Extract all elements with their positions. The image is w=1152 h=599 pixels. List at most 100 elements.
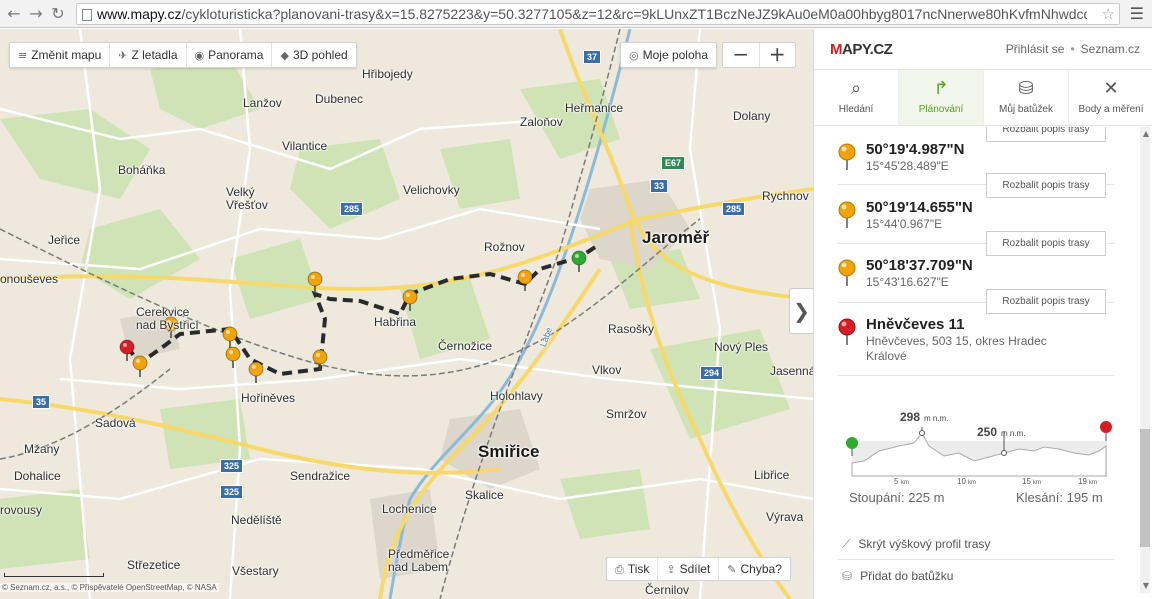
place-label: Nový Ples: [714, 340, 769, 354]
login-link[interactable]: Přihlásit se: [1006, 42, 1065, 56]
zoom-out-button[interactable]: −: [723, 43, 760, 67]
tab-search-label: Hledání: [838, 104, 874, 115]
map-toolbar-left: ≡ Změnit mapu ✈ Z letadla ◉ Panorama ◆ 3D pohle…: [9, 42, 357, 68]
place-label: Výrava: [766, 510, 804, 524]
place-label: Všestary: [232, 564, 279, 578]
panorama-label: Panorama: [208, 48, 264, 62]
waypoint-subtitle: 15°44'0.967"E: [866, 217, 943, 231]
km-unit: km: [968, 480, 976, 486]
waypoint-subtitle: 15°45'28.489"E: [866, 159, 949, 173]
expand-route-description-button[interactable]: Rozbalit popis trasy: [986, 289, 1106, 314]
expand-route-description-button[interactable]: Rozbalit popis trasy: [986, 173, 1106, 198]
place-label: Dohalice: [14, 469, 61, 483]
print-button[interactable]: ⎙ Tisk: [607, 558, 659, 580]
red-pin-icon: [1100, 421, 1112, 441]
place-label: Skalice: [465, 488, 504, 502]
forward-arrow-icon[interactable]: →: [26, 4, 46, 24]
address-bar[interactable]: www.mapy.cz/cykloturisticka?planovani-tr…: [76, 3, 1120, 25]
location-target-icon: ◎: [629, 49, 639, 62]
3d-view-button[interactable]: ◆ 3D pohled: [272, 43, 355, 67]
zoom-in-button[interactable]: +: [760, 43, 796, 67]
map-pin-icon[interactable]: [132, 355, 148, 377]
map-pin-icon[interactable]: [517, 269, 533, 291]
waypoint-title: 50°19'14.655"N: [866, 199, 973, 216]
road-number: 37: [583, 50, 602, 64]
url-text: www.mapy.cz/cykloturisticka?planovani-tr…: [97, 6, 1087, 22]
place-label: Jasenná: [770, 364, 813, 378]
place-label: Předměřice nad Labem: [388, 547, 450, 574]
my-location-inner[interactable]: ◎ Moje poloha: [621, 43, 716, 67]
page-icon: [82, 9, 92, 21]
map-pin-icon[interactable]: [225, 346, 241, 368]
waypoint-item-destination[interactable]: Hněvčeves 11 Hněvčeves, 503 15, okres Hr…: [838, 316, 1114, 368]
place-label: Jeřice: [48, 233, 81, 247]
collapse-panel-chevron-icon[interactable]: ❯: [789, 288, 813, 334]
back-arrow-icon[interactable]: ←: [4, 4, 24, 24]
red-pin-icon: [838, 318, 856, 345]
route-sidebar: MAPY.CZ Přihlásit se • Seznam.cz ⌕ Hledání…: [813, 29, 1152, 599]
reload-icon[interactable]: ↻: [48, 4, 68, 24]
printer-icon: ⎙: [615, 563, 624, 576]
place-label: Sendražice: [290, 469, 351, 483]
map-pin-icon[interactable]: [222, 326, 238, 348]
place-label: Černilov: [645, 583, 690, 597]
road-number: 285: [340, 202, 364, 216]
profile-chart-icon: ⟋: [842, 537, 851, 551]
place-label: Dubenec: [315, 92, 364, 106]
bookmark-star-icon[interactable]: ☆: [1102, 5, 1115, 23]
my-location-label: Moje poloha: [642, 48, 708, 62]
search-icon: ⌕: [850, 78, 862, 99]
map-view[interactable]: Hřibojedy Lanžov Dubenec Heřmanice Zaloň…: [0, 29, 813, 599]
orange-pin-icon: [838, 201, 856, 228]
divider: [838, 375, 1114, 376]
scroll-down-icon[interactable]: ▼: [1143, 581, 1149, 590]
add-to-backpack-link[interactable]: ⛁ Přidat do batůžku: [842, 569, 953, 583]
place-label: Černožice: [438, 339, 493, 353]
tab-measure[interactable]: ✕ Body a měření: [1069, 70, 1152, 125]
change-map-button[interactable]: ≡ Změnit mapu: [10, 43, 111, 67]
place-label: Vlkov: [592, 363, 622, 377]
place-label: Libřice: [754, 468, 790, 482]
logo-rest: APY.CZ: [842, 41, 893, 58]
map-pin-icon[interactable]: [248, 361, 264, 383]
route-waypoint-list: Rozbalit popis trasy 50°19'4.987"N 15°45…: [814, 127, 1139, 599]
km-unit: km: [901, 480, 909, 486]
tab-backpack[interactable]: ⛁ Můj batůžek: [984, 70, 1069, 125]
mapy-cz-logo[interactable]: MAPY.CZ: [830, 41, 893, 58]
descent-stat: Klesání: 195 m: [1016, 490, 1103, 505]
expand-route-description-button[interactable]: Rozbalit popis trasy: [986, 231, 1106, 256]
place-label-major: Smiřice: [478, 442, 540, 461]
place-label: Cerekvice nad Bystřicí: [136, 305, 199, 332]
tab-planning[interactable]: ↱ Plánování: [899, 70, 984, 125]
road-number: 35: [32, 395, 51, 409]
place-label: Střezetice: [127, 558, 181, 572]
min-elevation-unit: m n.m.: [1001, 429, 1025, 438]
road-number: 325: [220, 459, 244, 473]
place-label: Smržov: [606, 407, 647, 421]
hide-elevation-profile-link[interactable]: ⟋ Skrýt výškový profil trasy: [842, 537, 990, 552]
share-icon: ⇪: [666, 563, 676, 576]
road-number: 285: [722, 202, 746, 216]
aerial-label: Z letadla: [131, 48, 178, 62]
zoom-control: − +: [722, 42, 796, 68]
tab-search[interactable]: ⌕ Hledání: [814, 70, 899, 125]
seznam-link[interactable]: Seznam.cz: [1081, 42, 1140, 56]
scroll-up-icon[interactable]: ▲: [1143, 129, 1149, 138]
sidebar-scrollbar-thumb[interactable]: [1140, 429, 1150, 547]
road-number: 325: [220, 485, 244, 499]
report-error-button[interactable]: ✎ Chyba?: [719, 558, 790, 580]
browser-menu-icon[interactable]: ☰: [1130, 4, 1144, 23]
place-label: Hřibojedy: [362, 67, 413, 81]
place-label: Lanžov: [243, 96, 282, 110]
pencil-icon: ✎: [727, 563, 737, 576]
backpack-icon: ⛁: [842, 569, 853, 583]
place-label: Rasošky: [608, 322, 655, 336]
panorama-button[interactable]: ◉ Panorama: [187, 43, 273, 67]
share-button[interactable]: ⇪ Sdílet: [658, 558, 720, 580]
expand-route-description-button[interactable]: Rozbalit popis trasy: [986, 127, 1106, 142]
aerial-button[interactable]: ✈ Z letadla: [110, 43, 187, 67]
map-pin-icon[interactable]: [571, 250, 587, 272]
my-location-button[interactable]: ◎ Moje poloha: [620, 42, 717, 68]
cube-icon: ◆: [280, 49, 289, 62]
map-copyright: © Seznam.cz, a.s., © Přispěvatelé OpenSt…: [0, 583, 219, 592]
